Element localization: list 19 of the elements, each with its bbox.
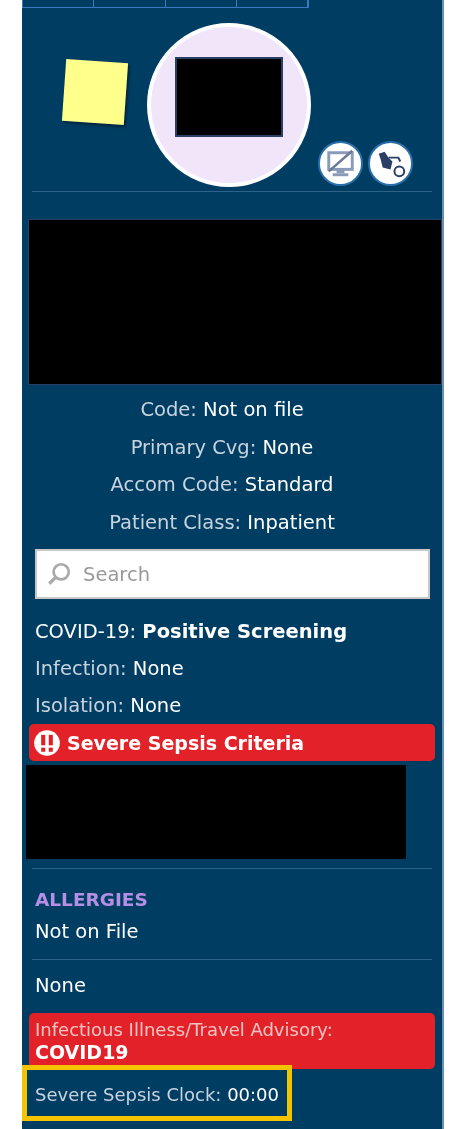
alert-banner[interactable]: Severe Sepsis Criteria	[29, 724, 435, 761]
summary-line: Code: Not on file	[139, 397, 305, 423]
flag-line: Infection: None	[35, 656, 185, 682]
sepsis-clock: Severe Sepsis Clock: 00:00	[22, 1065, 292, 1121]
advisory-label: Infectious Illness/Travel Advisory:	[35, 1019, 333, 1041]
value-text: None	[34, 973, 87, 999]
alert-icon	[33, 728, 61, 757]
summary-line: Accom Code: Standard	[109, 472, 335, 498]
search-field[interactable]: Search	[35, 549, 430, 599]
flag-line: COVID-19: Positive Screening	[35, 619, 349, 645]
allergies-value: Not on File	[34, 919, 140, 945]
section-heading: ALLERGIES	[34, 888, 149, 910]
monitor-crossed-icon[interactable]	[317, 140, 364, 187]
flag-line: Isolation: None	[35, 693, 183, 719]
advisory-value: COVID19	[35, 1041, 129, 1063]
summary-line: Patient Class: Inpatient	[108, 509, 336, 536]
alert-text: Severe Sepsis Criteria	[67, 731, 305, 754]
sticky-note-icon[interactable]	[61, 58, 129, 126]
summary-line: Primary Cvg: None	[129, 434, 315, 461]
